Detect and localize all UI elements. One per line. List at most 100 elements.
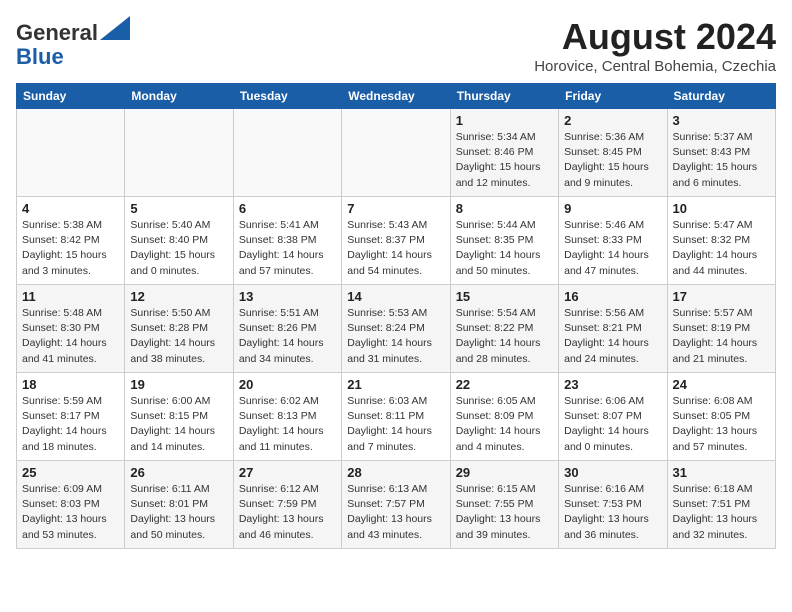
day-info: Sunrise: 6:11 AM Sunset: 8:01 PM Dayligh… xyxy=(130,482,227,543)
day-info: Sunrise: 6:06 AM Sunset: 8:07 PM Dayligh… xyxy=(564,394,661,455)
logo-blue: Blue xyxy=(16,44,64,69)
calendar-cell: 4 Sunrise: 5:38 AM Sunset: 8:42 PM Daylig… xyxy=(17,197,125,285)
day-number: 16 xyxy=(564,289,661,304)
day-number: 10 xyxy=(673,201,770,216)
calendar-cell: 21 Sunrise: 6:03 AM Sunset: 8:11 PM Dayli… xyxy=(342,373,450,461)
day-info: Sunrise: 6:00 AM Sunset: 8:15 PM Dayligh… xyxy=(130,394,227,455)
calendar-cell: 6 Sunrise: 5:41 AM Sunset: 8:38 PM Daylig… xyxy=(233,197,341,285)
day-number: 1 xyxy=(456,113,553,128)
day-number: 4 xyxy=(22,201,119,216)
day-number: 29 xyxy=(456,465,553,480)
day-number: 13 xyxy=(239,289,336,304)
weekday-header: Friday xyxy=(559,84,667,109)
calendar-week-row: 4 Sunrise: 5:38 AM Sunset: 8:42 PM Daylig… xyxy=(17,197,776,285)
logo: General Blue xyxy=(16,16,130,69)
calendar-cell: 28Sunrise: 6:13 AM Sunset: 7:57 PM Dayli… xyxy=(342,461,450,549)
calendar-cell: 27Sunrise: 6:12 AM Sunset: 7:59 PM Dayli… xyxy=(233,461,341,549)
calendar-cell: 12Sunrise: 5:50 AM Sunset: 8:28 PM Dayli… xyxy=(125,285,233,373)
day-info: Sunrise: 6:02 AM Sunset: 8:13 PM Dayligh… xyxy=(239,394,336,455)
calendar-cell: 20 Sunrise: 6:02 AM Sunset: 8:13 PM Dayli… xyxy=(233,373,341,461)
weekday-header: Wednesday xyxy=(342,84,450,109)
day-info: Sunrise: 5:38 AM Sunset: 8:42 PM Dayligh… xyxy=(22,218,119,279)
calendar-cell: 7 Sunrise: 5:43 AM Sunset: 8:37 PM Daylig… xyxy=(342,197,450,285)
calendar-subtitle: Horovice, Central Bohemia, Czechia xyxy=(534,58,776,75)
day-info: Sunrise: 5:36 AM Sunset: 8:45 PM Dayligh… xyxy=(564,130,661,191)
calendar-cell: 22 Sunrise: 6:05 AM Sunset: 8:09 PM Dayli… xyxy=(450,373,558,461)
title-block: August 2024 Horovice, Central Bohemia, C… xyxy=(534,16,776,75)
calendar-cell xyxy=(233,109,341,197)
day-number: 22 xyxy=(456,377,553,392)
calendar-cell: 3 Sunrise: 5:37 AM Sunset: 8:43 PM Daylig… xyxy=(667,109,775,197)
day-number: 23 xyxy=(564,377,661,392)
weekday-header: Monday xyxy=(125,84,233,109)
day-info: Sunrise: 5:41 AM Sunset: 8:38 PM Dayligh… xyxy=(239,218,336,279)
day-info: Sunrise: 6:09 AM Sunset: 8:03 PM Dayligh… xyxy=(22,482,119,543)
calendar-header: General Blue August 2024 Horovice, Centr… xyxy=(16,16,776,75)
calendar-cell: 5Sunrise: 5:40 AM Sunset: 8:40 PM Daylig… xyxy=(125,197,233,285)
day-number: 24 xyxy=(673,377,770,392)
calendar-cell: 11 Sunrise: 5:48 AM Sunset: 8:30 PM Dayli… xyxy=(17,285,125,373)
logo-general: General xyxy=(16,20,98,45)
day-number: 27 xyxy=(239,465,336,480)
day-info: Sunrise: 5:37 AM Sunset: 8:43 PM Dayligh… xyxy=(673,130,770,191)
day-info: Sunrise: 5:56 AM Sunset: 8:21 PM Dayligh… xyxy=(564,306,661,367)
day-info: Sunrise: 5:51 AM Sunset: 8:26 PM Dayligh… xyxy=(239,306,336,367)
day-info: Sunrise: 6:15 AM Sunset: 7:55 PM Dayligh… xyxy=(456,482,553,543)
day-info: Sunrise: 5:40 AM Sunset: 8:40 PM Dayligh… xyxy=(130,218,227,279)
day-number: 18 xyxy=(22,377,119,392)
day-info: Sunrise: 5:46 AM Sunset: 8:33 PM Dayligh… xyxy=(564,218,661,279)
weekday-header: Tuesday xyxy=(233,84,341,109)
day-number: 17 xyxy=(673,289,770,304)
calendar-cell: 9 Sunrise: 5:46 AM Sunset: 8:33 PM Daylig… xyxy=(559,197,667,285)
day-info: Sunrise: 5:43 AM Sunset: 8:37 PM Dayligh… xyxy=(347,218,444,279)
calendar-week-row: 11 Sunrise: 5:48 AM Sunset: 8:30 PM Dayli… xyxy=(17,285,776,373)
day-info: Sunrise: 6:18 AM Sunset: 7:51 PM Dayligh… xyxy=(673,482,770,543)
day-number: 19 xyxy=(130,377,227,392)
calendar-cell: 2 Sunrise: 5:36 AM Sunset: 8:45 PM Daylig… xyxy=(559,109,667,197)
calendar-cell: 23 Sunrise: 6:06 AM Sunset: 8:07 PM Dayli… xyxy=(559,373,667,461)
day-info: Sunrise: 6:13 AM Sunset: 7:57 PM Dayligh… xyxy=(347,482,444,543)
calendar-week-row: 18Sunrise: 5:59 AM Sunset: 8:17 PM Dayli… xyxy=(17,373,776,461)
calendar-cell: 29 Sunrise: 6:15 AM Sunset: 7:55 PM Dayli… xyxy=(450,461,558,549)
calendar-cell: 26 Sunrise: 6:11 AM Sunset: 8:01 PM Dayli… xyxy=(125,461,233,549)
calendar-cell: 1Sunrise: 5:34 AM Sunset: 8:46 PM Daylig… xyxy=(450,109,558,197)
calendar-cell: 31 Sunrise: 6:18 AM Sunset: 7:51 PM Dayli… xyxy=(667,461,775,549)
day-number: 15 xyxy=(456,289,553,304)
weekday-header: Thursday xyxy=(450,84,558,109)
weekday-header: Sunday xyxy=(17,84,125,109)
day-info: Sunrise: 6:05 AM Sunset: 8:09 PM Dayligh… xyxy=(456,394,553,455)
day-number: 30 xyxy=(564,465,661,480)
calendar-cell: 14Sunrise: 5:53 AM Sunset: 8:24 PM Dayli… xyxy=(342,285,450,373)
calendar-cell: 19 Sunrise: 6:00 AM Sunset: 8:15 PM Dayli… xyxy=(125,373,233,461)
day-number: 11 xyxy=(22,289,119,304)
calendar-cell: 18Sunrise: 5:59 AM Sunset: 8:17 PM Dayli… xyxy=(17,373,125,461)
calendar-cell: 10 Sunrise: 5:47 AM Sunset: 8:32 PM Dayli… xyxy=(667,197,775,285)
day-info: Sunrise: 5:48 AM Sunset: 8:30 PM Dayligh… xyxy=(22,306,119,367)
calendar-cell: 8Sunrise: 5:44 AM Sunset: 8:35 PM Daylig… xyxy=(450,197,558,285)
day-number: 12 xyxy=(130,289,227,304)
day-number: 7 xyxy=(347,201,444,216)
day-info: Sunrise: 6:08 AM Sunset: 8:05 PM Dayligh… xyxy=(673,394,770,455)
calendar-table: SundayMondayTuesdayWednesdayThursdayFrid… xyxy=(16,83,776,549)
day-info: Sunrise: 6:03 AM Sunset: 8:11 PM Dayligh… xyxy=(347,394,444,455)
day-info: Sunrise: 5:53 AM Sunset: 8:24 PM Dayligh… xyxy=(347,306,444,367)
day-number: 9 xyxy=(564,201,661,216)
calendar-cell: 30 Sunrise: 6:16 AM Sunset: 7:53 PM Dayli… xyxy=(559,461,667,549)
calendar-cell: 17 Sunrise: 5:57 AM Sunset: 8:19 PM Dayli… xyxy=(667,285,775,373)
logo-icon xyxy=(100,16,130,40)
day-info: Sunrise: 5:47 AM Sunset: 8:32 PM Dayligh… xyxy=(673,218,770,279)
day-number: 20 xyxy=(239,377,336,392)
day-number: 2 xyxy=(564,113,661,128)
day-info: Sunrise: 6:16 AM Sunset: 7:53 PM Dayligh… xyxy=(564,482,661,543)
day-number: 6 xyxy=(239,201,336,216)
calendar-cell: 24 Sunrise: 6:08 AM Sunset: 8:05 PM Dayli… xyxy=(667,373,775,461)
calendar-cell xyxy=(125,109,233,197)
day-number: 31 xyxy=(673,465,770,480)
logo-text: General Blue xyxy=(16,16,130,69)
calendar-week-row: 1Sunrise: 5:34 AM Sunset: 8:46 PM Daylig… xyxy=(17,109,776,197)
day-number: 26 xyxy=(130,465,227,480)
day-info: Sunrise: 5:54 AM Sunset: 8:22 PM Dayligh… xyxy=(456,306,553,367)
day-number: 21 xyxy=(347,377,444,392)
day-number: 3 xyxy=(673,113,770,128)
day-info: Sunrise: 5:57 AM Sunset: 8:19 PM Dayligh… xyxy=(673,306,770,367)
